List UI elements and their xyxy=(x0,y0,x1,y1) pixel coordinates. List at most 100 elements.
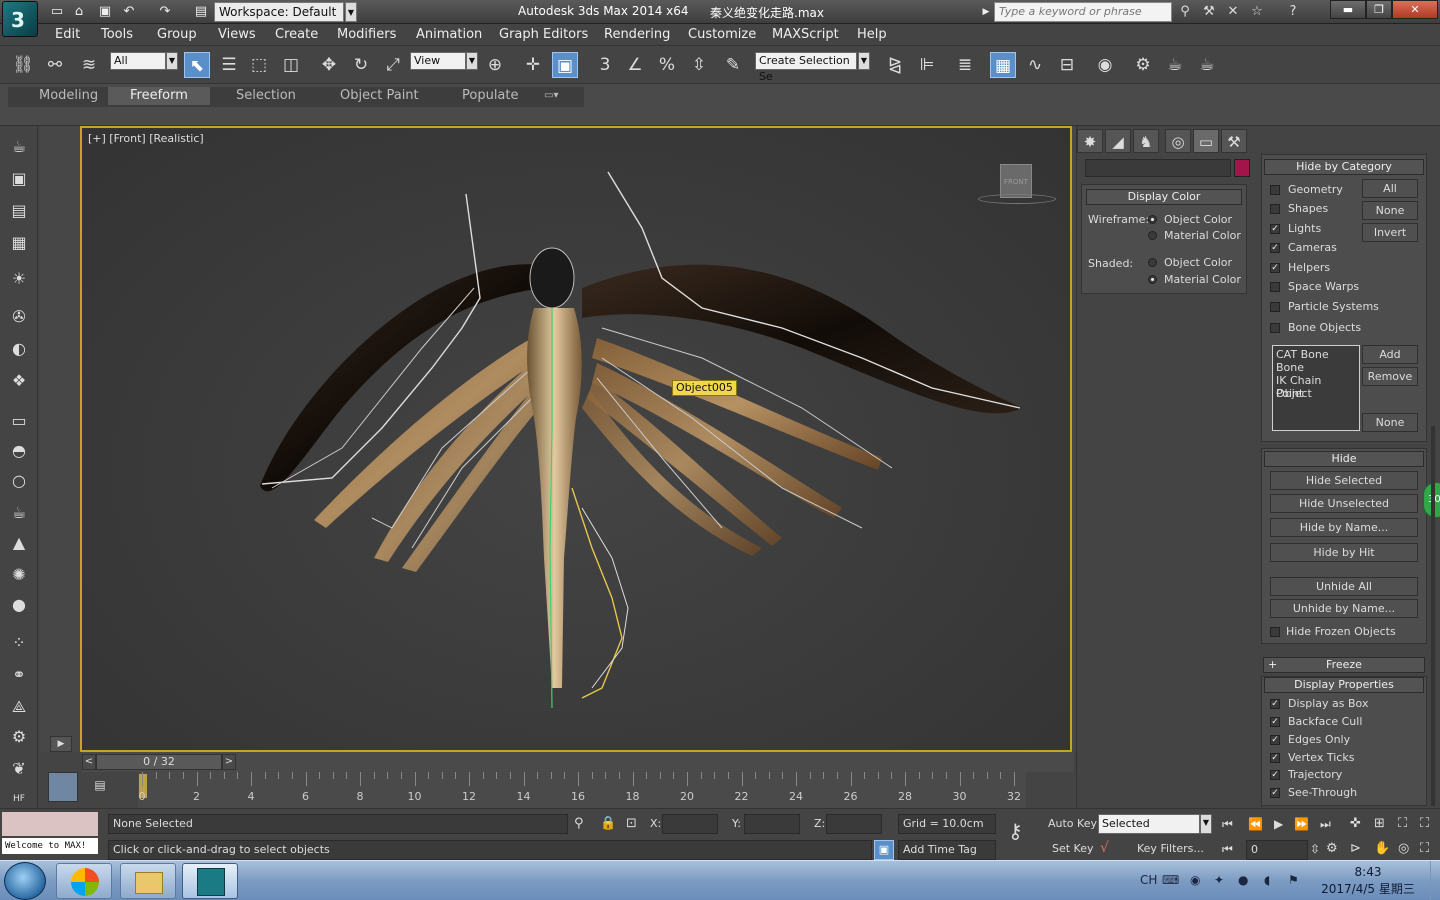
viewport-label[interactable]: [+] [Front] [Realistic] xyxy=(88,132,204,145)
unhide-by-name-button[interactable]: Unhide by Name... xyxy=(1270,599,1418,618)
pin-icon[interactable]: ⚲ xyxy=(574,815,584,833)
fov-icon[interactable]: ⊳ xyxy=(1350,840,1361,858)
track-bar-toggle[interactable]: ▤ xyxy=(82,774,118,802)
menu-group[interactable]: Group xyxy=(157,26,197,44)
add-time-tag-button[interactable]: Add Time Tag xyxy=(898,840,996,860)
geometry-checkbox[interactable] xyxy=(1270,185,1280,195)
light-icon[interactable]: ☀ xyxy=(6,266,32,292)
tab-populate[interactable]: Populate xyxy=(462,88,519,104)
gear-icon[interactable]: ⚙ xyxy=(6,724,32,750)
named-selection-dropdown[interactable]: Create Selection Se xyxy=(755,52,857,83)
menu-maxscript[interactable]: MAXScript xyxy=(772,26,839,44)
display-properties-header[interactable]: Display Properties xyxy=(1264,677,1424,693)
list-none-button[interactable]: None xyxy=(1362,413,1418,432)
curve-icon[interactable]: √ xyxy=(1100,839,1109,857)
star-icon[interactable]: ☆ xyxy=(1248,3,1266,21)
hierarchy-tab-icon[interactable]: ♞ xyxy=(1133,129,1159,153)
scale-icon[interactable]: ⤢ xyxy=(380,52,406,78)
absolute-mode-icon[interactable]: ⊡ xyxy=(626,815,637,833)
play-icon[interactable]: ▶ xyxy=(50,736,72,752)
redo-icon[interactable]: ↷ xyxy=(156,3,174,21)
volume-icon[interactable]: ◖ xyxy=(1264,873,1270,887)
helpers-checkbox[interactable]: ✓ xyxy=(1270,263,1280,273)
shaded-object-color-radio[interactable] xyxy=(1148,258,1157,267)
close-button[interactable]: ✕ xyxy=(1392,0,1438,19)
bind-space-warp-icon[interactable]: ≋ xyxy=(76,52,102,78)
scene-render[interactable] xyxy=(82,128,1070,750)
panel-scrollbar[interactable] xyxy=(1431,426,1435,806)
selection-filter-dropdown[interactable]: All xyxy=(110,52,166,70)
schematic-view-icon[interactable]: ⊟ xyxy=(1054,52,1080,78)
mirror-icon[interactable]: ⧎ xyxy=(882,52,908,78)
z-coordinate-field[interactable] xyxy=(826,814,882,834)
camera-icon[interactable]: ✇ xyxy=(6,304,32,330)
table-panel-icon[interactable]: ▦ xyxy=(6,230,32,256)
list-item[interactable]: Bone xyxy=(1276,361,1304,374)
angle-snap-icon[interactable]: ∠ xyxy=(622,52,648,78)
invert-button[interactable]: Invert xyxy=(1362,223,1418,242)
window-crossing-icon[interactable]: ◫ xyxy=(278,52,304,78)
list-panel-icon[interactable]: ▤ xyxy=(6,198,32,224)
link-icon[interactable]: ⛓ xyxy=(10,52,36,78)
cameras-checkbox[interactable]: ✓ xyxy=(1270,243,1280,253)
unlink-icon[interactable]: ⚯ xyxy=(42,52,68,78)
tools-icon[interactable]: ⚒ xyxy=(1200,3,1218,21)
workspace-dropdown[interactable]: Workspace: Default xyxy=(214,2,344,22)
ribbon-options-icon[interactable]: ▭▾ xyxy=(544,88,558,104)
select-manipulate-icon[interactable]: ✛ xyxy=(520,52,546,78)
save-file-icon[interactable]: ▣ xyxy=(96,3,114,21)
viewcube[interactable]: FRONT xyxy=(1000,164,1032,198)
none-button[interactable]: None xyxy=(1362,201,1418,220)
tab-modeling[interactable]: Modeling xyxy=(39,88,98,104)
trajectory-checkbox[interactable]: ✓ xyxy=(1270,770,1280,780)
hide-by-name-button[interactable]: Hide by Name... xyxy=(1270,518,1418,537)
menu-rendering[interactable]: Rendering xyxy=(604,26,670,44)
next-frame-button[interactable]: > xyxy=(222,754,236,770)
graphite-toggle-icon[interactable]: ▦ xyxy=(990,52,1016,78)
pivot-center-icon[interactable]: ⊕ xyxy=(482,52,508,78)
lights-checkbox[interactable]: ✓ xyxy=(1270,224,1280,234)
teapot-icon[interactable]: ☕ xyxy=(6,134,32,160)
key-mode-toggle-icon[interactable]: ⏮ xyxy=(1222,840,1233,858)
maximize-button[interactable]: ❐ xyxy=(1366,0,1392,19)
all-button[interactable]: All xyxy=(1362,179,1418,198)
object-color-swatch[interactable] xyxy=(1234,159,1250,177)
select-by-name-icon[interactable]: ☰ xyxy=(216,52,242,78)
percent-snap-icon[interactable]: % xyxy=(654,52,680,78)
time-slider[interactable]: 0 / 32 xyxy=(96,754,222,770)
key-icon[interactable]: ⚷ xyxy=(1008,821,1023,841)
app-menu-logo[interactable]: 3 xyxy=(2,1,38,37)
menu-customize[interactable]: Customize xyxy=(688,26,756,44)
auto-key-button[interactable]: Auto Key xyxy=(1048,815,1097,833)
edges-only-checkbox[interactable]: ✓ xyxy=(1270,735,1280,745)
object-name-field[interactable] xyxy=(1085,159,1231,177)
front-viewport[interactable]: [+] [Front] [Realistic] FRONT Object005 xyxy=(80,126,1072,752)
show-desktop-button[interactable] xyxy=(1430,861,1440,900)
render-window-icon[interactable]: ▣ xyxy=(6,166,32,192)
snaps-toggle-icon[interactable]: 3 xyxy=(592,52,618,78)
move-icon[interactable]: ✥ xyxy=(316,52,342,78)
orbit-icon[interactable]: ◎ xyxy=(1398,840,1409,858)
spinner-icon[interactable]: ⇳ xyxy=(1310,840,1320,858)
shaded-material-color-radio[interactable] xyxy=(1148,275,1157,284)
film-camera-icon[interactable]: ❖ xyxy=(6,368,32,394)
geosphere-icon[interactable]: ● xyxy=(6,592,32,618)
unhide-all-button[interactable]: Unhide All xyxy=(1270,577,1418,596)
time-config-icon[interactable]: ⚙ xyxy=(1326,840,1338,858)
teapot-primitive-icon[interactable]: ☕ xyxy=(6,500,32,526)
plant-icon[interactable]: ❦ xyxy=(6,756,32,782)
welcome-text[interactable]: Welcome to MAX! xyxy=(2,838,98,854)
zoom-icon[interactable]: ✜ xyxy=(1350,815,1361,833)
chevron-down-icon[interactable]: ▼ xyxy=(345,2,357,22)
flag-icon[interactable]: ⚑ xyxy=(1288,873,1299,887)
material-editor-icon[interactable]: ◉ xyxy=(1092,52,1118,78)
x-coordinate-field[interactable] xyxy=(662,814,718,834)
connector-icon[interactable]: ⚭ xyxy=(6,662,32,688)
align-icon[interactable]: ⊫ xyxy=(914,52,940,78)
rectangular-selection-icon[interactable]: ⬚ xyxy=(246,52,272,78)
display-tab-icon[interactable]: ▭ xyxy=(1193,129,1219,153)
backface-cull-checkbox[interactable]: ✓ xyxy=(1270,717,1280,727)
hide-by-hit-button[interactable]: Hide by Hit xyxy=(1270,543,1418,562)
chevron-down-icon[interactable]: ▼ xyxy=(166,52,178,70)
bone-objects-checkbox[interactable] xyxy=(1270,323,1280,333)
